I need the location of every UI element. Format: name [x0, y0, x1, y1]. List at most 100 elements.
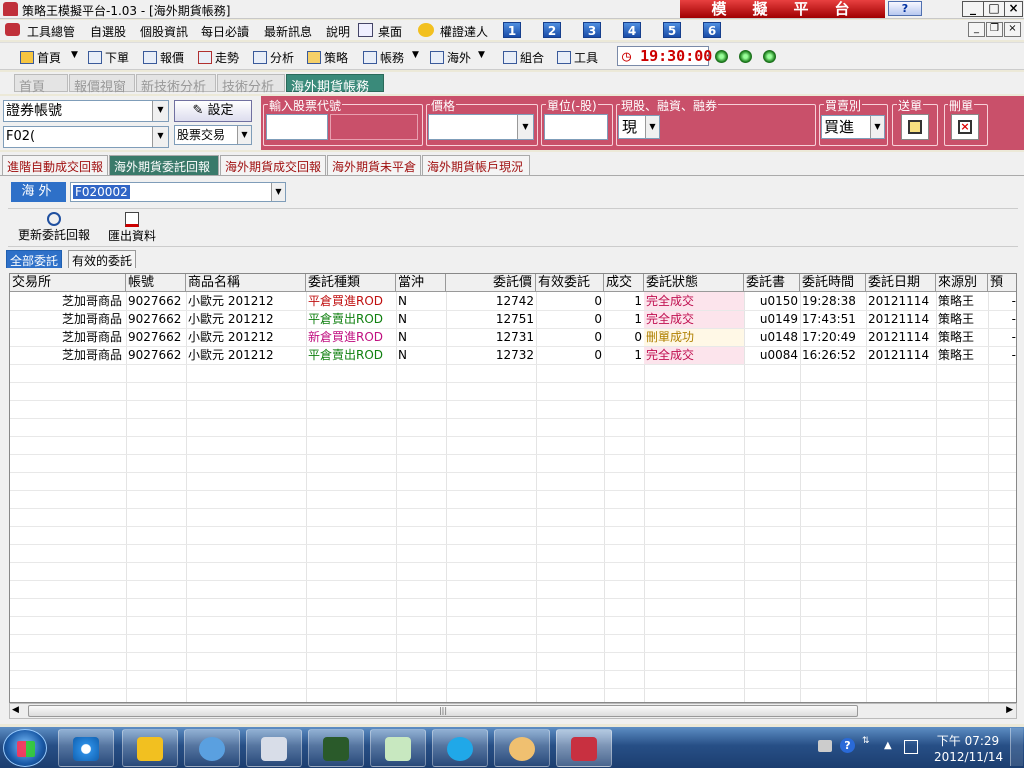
- tab-technical-analysis[interactable]: 技術分析: [217, 74, 285, 95]
- toolbar-trend[interactable]: 走勢: [198, 49, 239, 66]
- minimize-window-button[interactable]: _: [962, 1, 984, 17]
- tab-valid-orders[interactable]: 有效的委託: [68, 250, 137, 268]
- close-window-button[interactable]: ×: [1004, 1, 1023, 17]
- tab-overseas-futures-open-positions[interactable]: 海外期貨未平倉: [327, 155, 421, 175]
- tab-all-orders[interactable]: 全部委託: [6, 250, 63, 268]
- quick-button-4[interactable]: 4: [623, 22, 641, 38]
- tab-advanced-auto-fill-report[interactable]: 進階自動成交回報: [2, 155, 108, 175]
- tab-home[interactable]: 首頁: [14, 74, 68, 95]
- network-icon[interactable]: [904, 740, 918, 754]
- cash-margin-select[interactable]: 現 ▼: [618, 115, 660, 139]
- table-row[interactable]: 芝加哥商品 9027662 小歐元 201212 新倉買進ROD N 12731 0 0 刪單成…: [10, 328, 1016, 346]
- toolbar-quote[interactable]: 報價: [143, 49, 184, 66]
- tab-quote-window[interactable]: 報價視窗: [69, 74, 135, 95]
- menu-help[interactable]: 說明: [326, 23, 350, 40]
- column-header-order-time[interactable]: 委託時間: [800, 274, 866, 292]
- toolbar-tools[interactable]: 工具: [557, 49, 598, 66]
- buy-sell-select[interactable]: 買進 ▼: [821, 115, 885, 139]
- account-dropdown-icon[interactable]: ▼: [412, 50, 419, 60]
- send-order-button[interactable]: [901, 114, 929, 140]
- column-header-product-name[interactable]: 商品名稱: [186, 274, 306, 292]
- menu-watchlist[interactable]: 自選股: [90, 23, 126, 40]
- toolbar-home[interactable]: 首頁: [20, 49, 61, 66]
- account-number-select[interactable]: F02(▼: [3, 126, 169, 148]
- toolbar-combo[interactable]: 組合: [503, 49, 544, 66]
- table-row[interactable]: 芝加哥商品 9027662 小歐元 201212 平倉賣出ROD N 12751 0 1 完全成…: [10, 310, 1016, 328]
- taskbar-crown-app[interactable]: [122, 729, 178, 767]
- taskbar-paint[interactable]: [494, 729, 550, 767]
- home-dropdown-icon[interactable]: ▼: [71, 50, 78, 60]
- taskbar-monitor[interactable]: [308, 729, 364, 767]
- taskbar-skype[interactable]: [432, 729, 488, 767]
- help-tray-icon[interactable]: ?: [840, 738, 855, 753]
- column-header-valid-quantity[interactable]: 有效委託: [536, 274, 604, 292]
- toolbar-overseas[interactable]: 海外: [430, 49, 471, 66]
- toolbar-account[interactable]: 帳務: [363, 49, 404, 66]
- tray-toggle-icon[interactable]: ⇅: [862, 736, 870, 746]
- quick-button-6[interactable]: 6: [703, 22, 721, 38]
- tab-new-technical-analysis[interactable]: 新技術分析: [136, 74, 216, 95]
- status-light-1-icon[interactable]: [715, 50, 728, 63]
- menu-daily-reading[interactable]: 每日必讀: [201, 23, 249, 40]
- delete-order-button[interactable]: ×: [951, 114, 979, 140]
- menu-tools[interactable]: 工具總管: [27, 23, 75, 40]
- scrollbar-thumb[interactable]: |||: [28, 705, 858, 717]
- toolbar-order[interactable]: 下單: [88, 49, 129, 66]
- scroll-right-icon[interactable]: ▶: [1006, 705, 1013, 715]
- mdi-minimize-button[interactable]: _: [968, 22, 985, 37]
- column-header-extra[interactable]: 預: [988, 274, 1016, 292]
- quick-button-3[interactable]: 3: [583, 22, 601, 38]
- menu-latest-news[interactable]: 最新訊息: [264, 23, 312, 40]
- tab-overseas-futures-fill-report[interactable]: 海外期貨成交回報: [220, 155, 326, 175]
- stock-code-input[interactable]: [266, 114, 328, 140]
- column-header-order-status[interactable]: 委託狀態: [644, 274, 744, 292]
- column-header-order-date[interactable]: 委託日期: [866, 274, 936, 292]
- menu-desktop[interactable]: 桌面: [378, 23, 402, 40]
- table-row[interactable]: 芝加哥商品 9027662 小歐元 201212 平倉賣出ROD N 12732 0 1 完全成…: [10, 346, 1016, 364]
- toolbar-strategy[interactable]: 策略: [307, 49, 348, 66]
- trade-type-select[interactable]: 股票交易 ▼: [174, 125, 252, 145]
- taskbar-strategy-king[interactable]: [556, 729, 612, 767]
- taskbar-messenger[interactable]: [184, 729, 240, 767]
- status-light-2-icon[interactable]: [739, 50, 752, 63]
- taskbar-calculator[interactable]: [246, 729, 302, 767]
- show-hidden-icons-icon[interactable]: ▲: [884, 740, 892, 751]
- price-input[interactable]: ▼: [428, 114, 534, 140]
- quick-button-2[interactable]: 2: [543, 22, 561, 38]
- tab-overseas-futures-order-report[interactable]: 海外期貨委託回報: [109, 155, 219, 175]
- account-type-select[interactable]: 證券帳號 ▼: [3, 100, 169, 122]
- mdi-close-button[interactable]: ×: [1004, 22, 1021, 37]
- quick-button-1[interactable]: 1: [503, 22, 521, 38]
- maximize-window-button[interactable]: □: [983, 1, 1005, 17]
- menu-stock-info[interactable]: 個股資訊: [140, 23, 188, 40]
- start-button[interactable]: [3, 729, 47, 767]
- show-desktop-button[interactable]: [1010, 728, 1023, 766]
- menu-warrant-expert[interactable]: 權證達人: [440, 23, 488, 40]
- horizontal-scrollbar[interactable]: ◀ ||| ▶: [9, 703, 1017, 719]
- help-button[interactable]: ?: [888, 1, 922, 16]
- keyboard-icon[interactable]: [818, 740, 832, 752]
- quick-button-5[interactable]: 5: [663, 22, 681, 38]
- column-header-order-price[interactable]: 委託價: [446, 274, 536, 292]
- unit-input[interactable]: [544, 114, 608, 140]
- column-header-order-type[interactable]: 委託種類: [306, 274, 396, 292]
- refresh-order-report-button[interactable]: 更新委託回報: [16, 212, 92, 242]
- taskbar-clock[interactable]: 下午 07:29 2012/11/14: [934, 733, 1003, 765]
- column-header-source[interactable]: 來源別: [936, 274, 988, 292]
- taskbar-notes[interactable]: [370, 729, 426, 767]
- status-light-3-icon[interactable]: [763, 50, 776, 63]
- tab-overseas-futures-account[interactable]: 海外期貨帳務: [286, 74, 384, 95]
- column-header-day-trade[interactable]: 當沖: [396, 274, 446, 292]
- taskbar-ie[interactable]: [58, 729, 114, 767]
- column-header-filled[interactable]: 成交: [604, 274, 644, 292]
- column-header-order-number[interactable]: 委託書: [744, 274, 800, 292]
- toolbar-analysis[interactable]: 分析: [253, 49, 294, 66]
- overseas-dropdown-icon[interactable]: ▼: [478, 50, 485, 60]
- column-header-exchange[interactable]: 交易所: [10, 274, 126, 292]
- mdi-restore-button[interactable]: ❐: [986, 22, 1003, 37]
- export-data-button[interactable]: 匯出資料: [104, 212, 160, 243]
- column-header-account[interactable]: 帳號: [126, 274, 186, 292]
- table-row[interactable]: 芝加哥商品 9027662 小歐元 201212 平倉買進ROD N 12742 0 1 完全成…: [10, 292, 1016, 310]
- settings-button[interactable]: ✎ 設定: [174, 100, 252, 122]
- tab-overseas-futures-account-status[interactable]: 海外期貨帳戶現況: [422, 155, 530, 175]
